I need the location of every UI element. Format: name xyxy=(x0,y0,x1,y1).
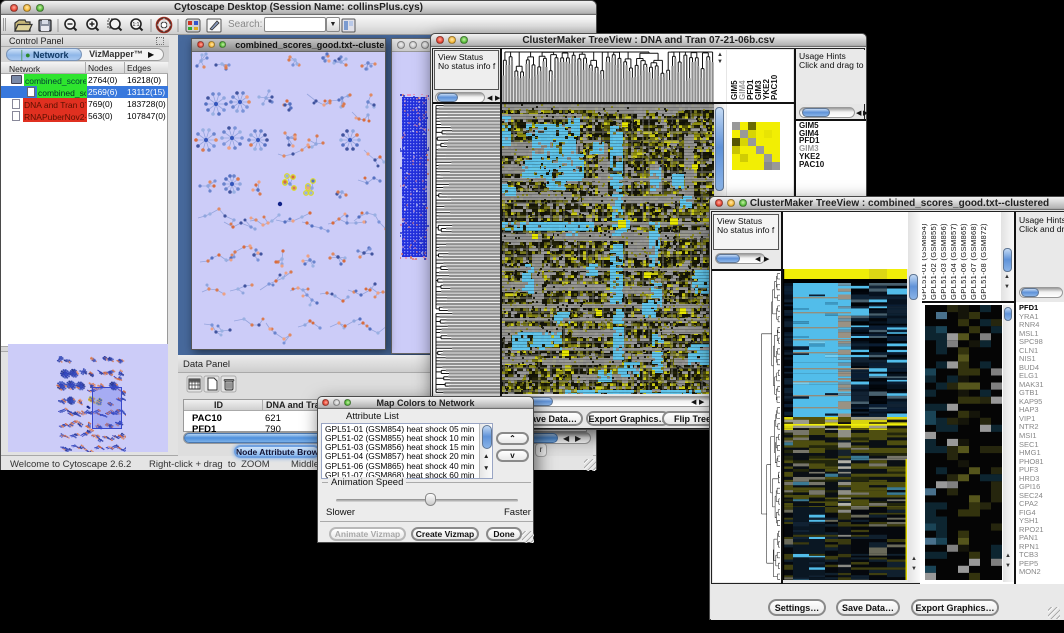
svg-text:1:1: 1:1 xyxy=(133,22,140,28)
